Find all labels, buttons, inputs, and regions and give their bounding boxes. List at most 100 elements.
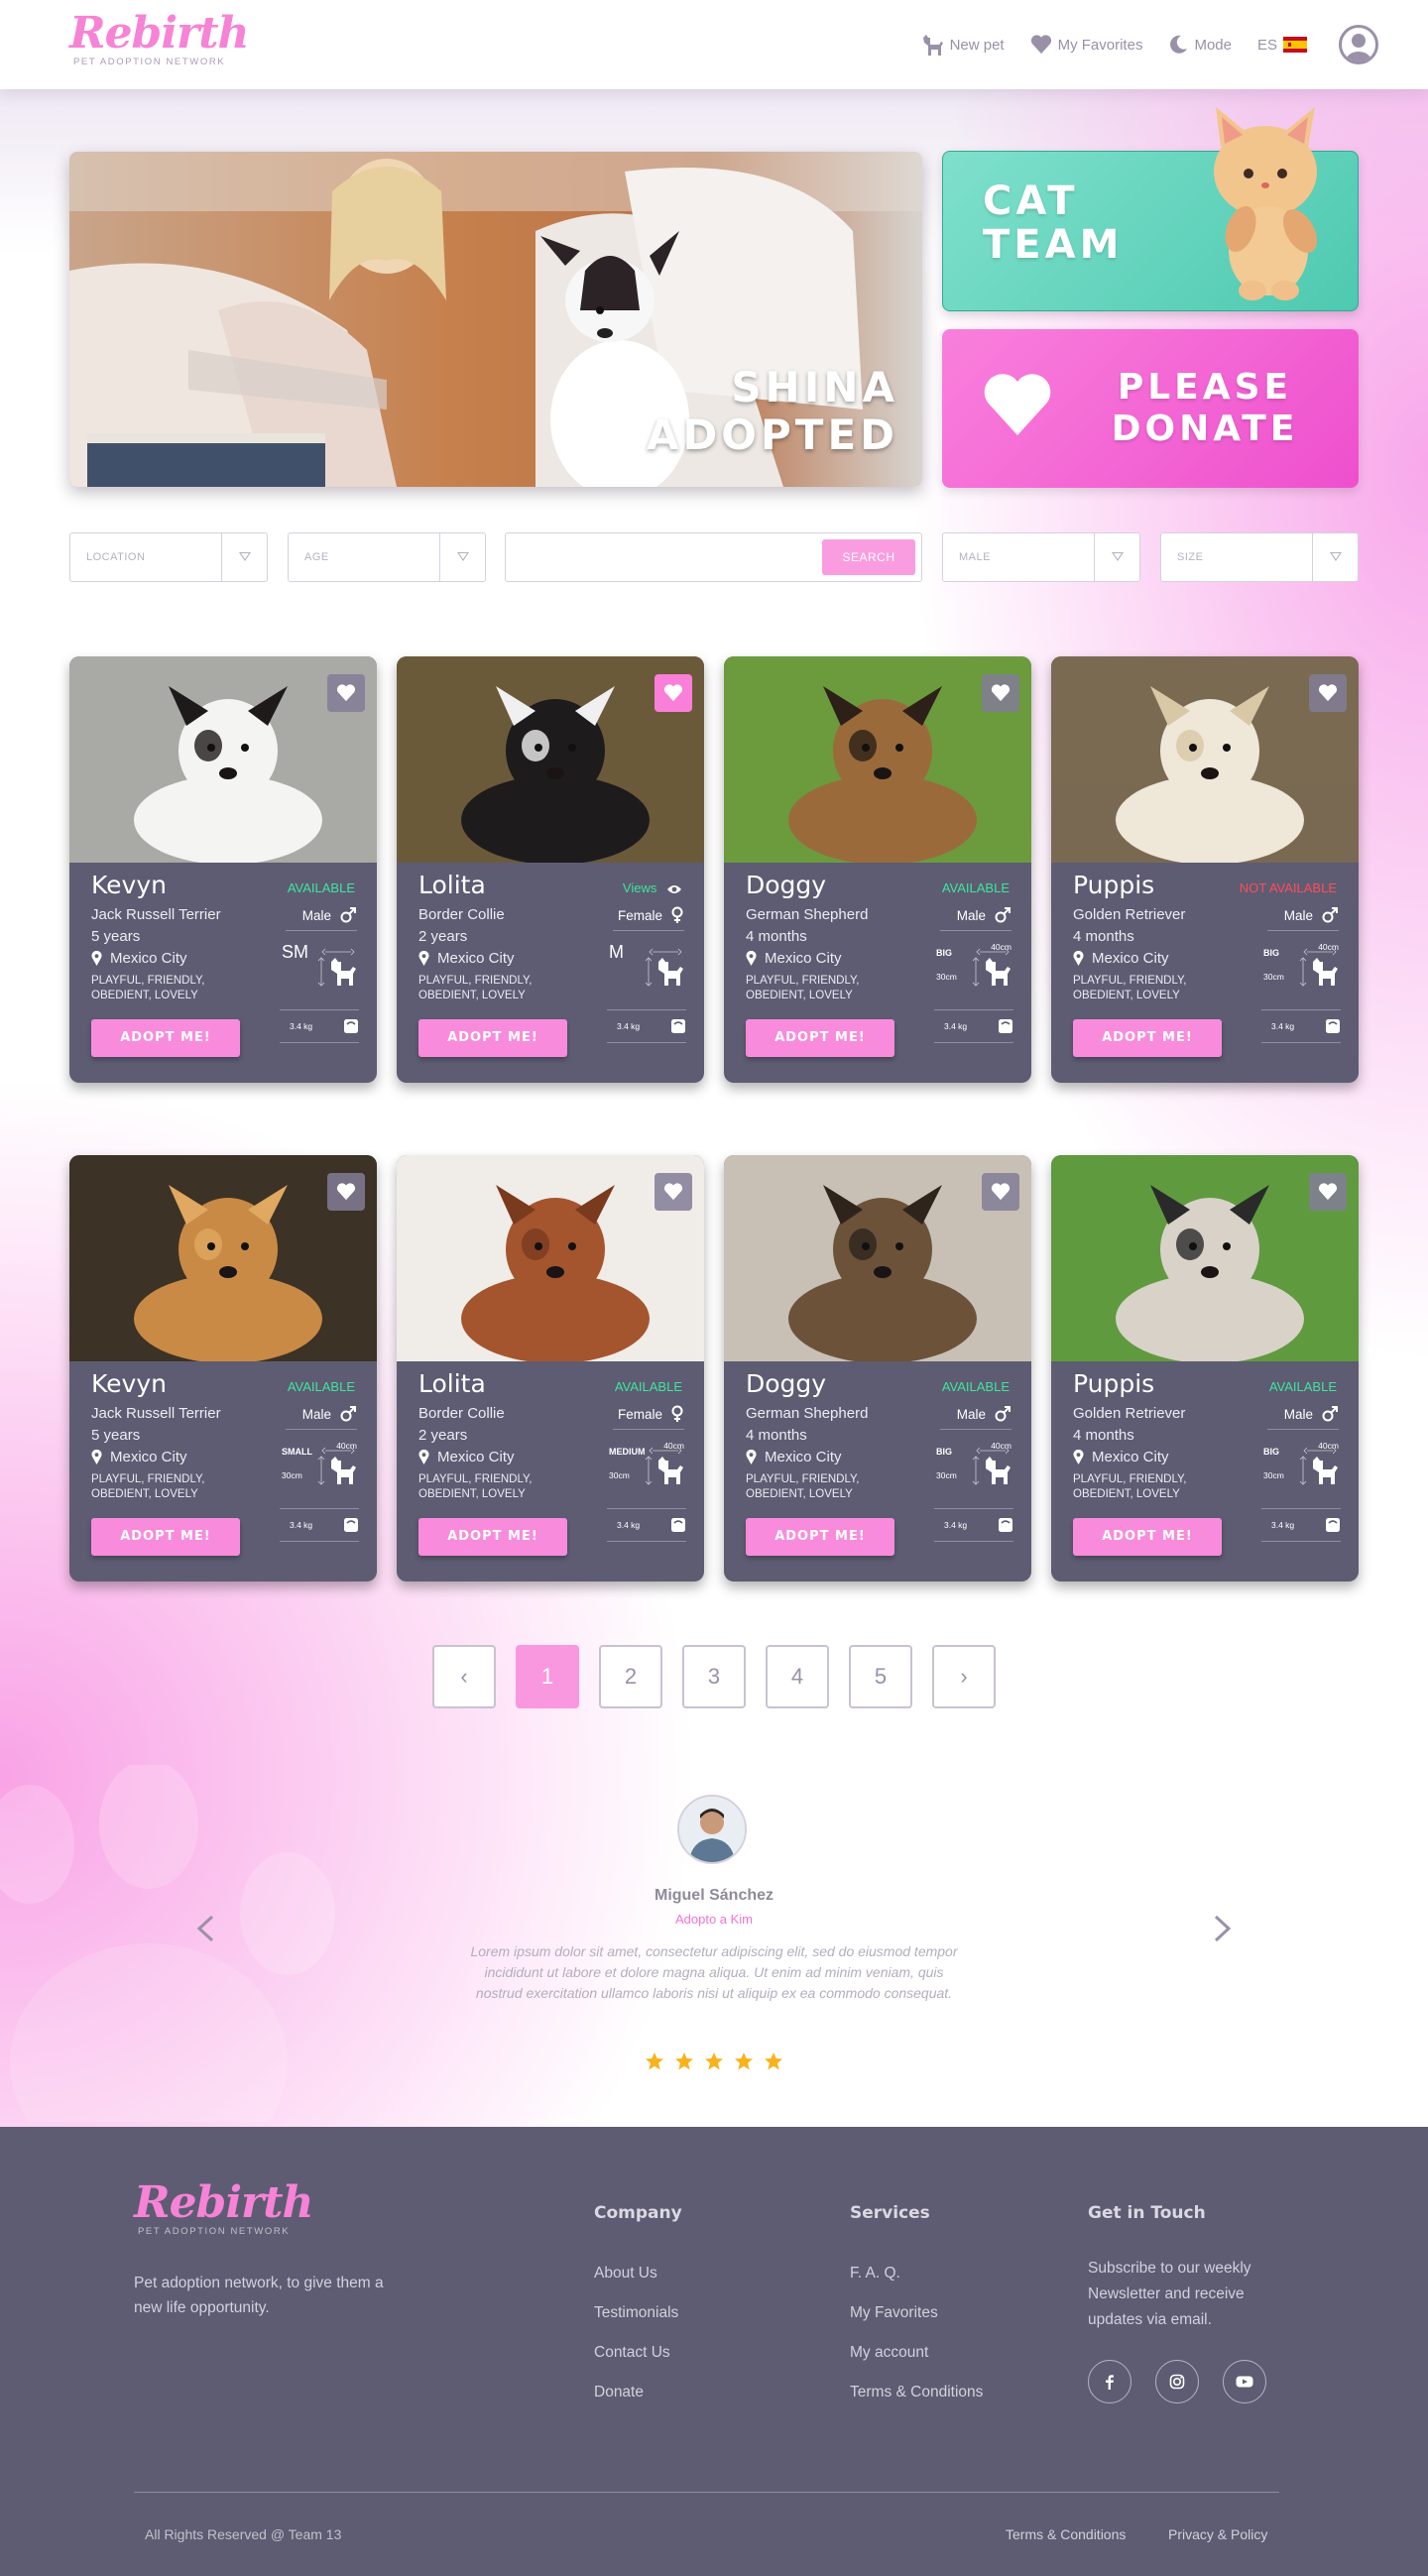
pet-photo[interactable] xyxy=(397,1155,704,1361)
footer-logo[interactable]: Rebirth PET ADOPTION NETWORK xyxy=(134,2181,314,2238)
pagination-page-5[interactable]: 5 xyxy=(849,1645,912,1708)
favorite-button[interactable] xyxy=(327,674,365,712)
pet-photo[interactable] xyxy=(724,656,1031,863)
pagination-next-button[interactable]: › xyxy=(932,1645,996,1708)
footer-company-heading: Company xyxy=(594,2203,682,2223)
chevron-down-icon[interactable] xyxy=(221,533,267,581)
footer-link-contact[interactable]: Contact Us xyxy=(594,2344,670,2362)
favorite-button[interactable] xyxy=(654,1173,692,1211)
pet-photo[interactable] xyxy=(397,656,704,863)
cat-plush-illustration xyxy=(1214,107,1318,300)
favorite-button[interactable] xyxy=(1309,674,1347,712)
main-nav: New pet My Favorites Mode ES xyxy=(920,25,1378,64)
pagination-page-3[interactable]: 3 xyxy=(682,1645,746,1708)
pet-traits: PLAYFUL, FRIENDLY, OBEDIENT, LOVELY xyxy=(1073,1473,1187,1500)
testimonial-photo xyxy=(679,1797,745,1862)
instagram-icon[interactable] xyxy=(1155,2360,1199,2403)
pagination-prev-button[interactable]: ‹ xyxy=(432,1645,496,1708)
pet-card[interactable]: Lolita AVAILABLE Border Collie 2 years M… xyxy=(397,1155,704,1581)
footer-link-account[interactable]: My account xyxy=(850,2344,928,2362)
cat-team-banner[interactable]: CAT TEAM xyxy=(942,107,1359,311)
chevron-right-icon[interactable] xyxy=(1212,1914,1234,1943)
favorite-button[interactable] xyxy=(982,1173,1019,1211)
nav-mode-toggle[interactable]: Mode xyxy=(1168,35,1232,55)
pagination-page-1[interactable]: 1 xyxy=(516,1645,579,1708)
favorite-button[interactable] xyxy=(327,1173,365,1211)
adopt-button[interactable]: ADOPT ME! xyxy=(746,1019,894,1057)
footer-link-faq[interactable]: F. A. Q. xyxy=(850,2265,900,2283)
nav-favorites[interactable]: My Favorites xyxy=(1030,35,1143,55)
pet-age: 5 years xyxy=(91,928,141,945)
heart-icon xyxy=(1030,35,1051,55)
language-switch[interactable]: ES xyxy=(1257,37,1313,54)
dog-size-icon xyxy=(972,1447,1011,1485)
adopt-button[interactable]: ADOPT ME! xyxy=(418,1019,567,1057)
adopt-button[interactable]: ADOPT ME! xyxy=(746,1518,894,1556)
hero-banner[interactable]: SHINA ADOPTED xyxy=(69,152,922,487)
footer-link-terms[interactable]: Terms & Conditions xyxy=(850,2384,983,2401)
location-filter[interactable]: LOCATION xyxy=(69,532,268,582)
size-filter[interactable]: SIZE xyxy=(1160,532,1359,582)
pet-height: 30cm xyxy=(1263,972,1284,982)
age-filter[interactable]: AGE xyxy=(288,532,486,582)
location-pin-icon xyxy=(1073,1450,1084,1464)
pet-photo[interactable] xyxy=(1051,656,1359,863)
pet-card[interactable]: Puppis NOT AVAILABLE Golden Retriever 4 … xyxy=(1051,656,1359,1083)
facebook-icon[interactable] xyxy=(1088,2360,1131,2403)
pet-photo[interactable] xyxy=(724,1155,1031,1361)
testimonial-name: Miguel Sánchez xyxy=(654,1887,774,1904)
pet-breed: Border Collie xyxy=(418,1405,505,1422)
pet-card[interactable]: Kevyn AVAILABLE Jack Russell Terrier 5 y… xyxy=(69,1155,377,1581)
pet-location: Mexico City xyxy=(1073,1449,1169,1465)
adopt-button[interactable]: ADOPT ME! xyxy=(1073,1019,1222,1057)
pet-card[interactable]: Kevyn AVAILABLE Jack Russell Terrier 5 y… xyxy=(69,656,377,1083)
top-header: Rebirth PET ADOPTION NETWORK New pet My … xyxy=(0,0,1428,89)
footer-link-donate[interactable]: Donate xyxy=(594,2384,644,2401)
pet-card[interactable]: Lolita Views Border Collie 2 years Mexic… xyxy=(397,656,704,1083)
pagination-page-4[interactable]: 4 xyxy=(766,1645,829,1708)
favorite-button[interactable] xyxy=(982,674,1019,712)
pet-card[interactable]: Doggy AVAILABLE German Shepherd 4 months… xyxy=(724,1155,1031,1581)
pet-photo[interactable] xyxy=(69,656,377,863)
adopt-button[interactable]: ADOPT ME! xyxy=(91,1518,240,1556)
donate-line2: DONATE xyxy=(1111,409,1299,449)
sex-filter[interactable]: MALE xyxy=(942,532,1140,582)
footer-link-favorites[interactable]: My Favorites xyxy=(850,2304,938,2322)
adopt-button[interactable]: ADOPT ME! xyxy=(91,1019,240,1057)
pet-weight-row: 3.4 kg xyxy=(607,1009,686,1043)
donate-banner[interactable]: PLEASE DONATE xyxy=(942,329,1359,488)
nav-new-pet[interactable]: New pet xyxy=(920,34,1005,56)
pagination-page-2[interactable]: 2 xyxy=(599,1645,662,1708)
pet-photo[interactable] xyxy=(69,1155,377,1361)
brand-logo[interactable]: Rebirth PET ADOPTION NETWORK xyxy=(69,12,250,68)
youtube-icon[interactable] xyxy=(1223,2360,1266,2403)
pet-location-label: Mexico City xyxy=(765,1449,842,1465)
heart-icon xyxy=(336,1183,356,1201)
dog-size-icon xyxy=(1299,948,1338,987)
footer-privacy-link[interactable]: Privacy & Policy xyxy=(1168,2526,1267,2542)
chevron-down-icon[interactable] xyxy=(1312,533,1358,581)
pet-card[interactable]: Doggy AVAILABLE German Shepherd 4 months… xyxy=(724,656,1031,1083)
pet-photo[interactable] xyxy=(1051,1155,1359,1361)
chevron-left-icon[interactable] xyxy=(194,1914,216,1943)
chevron-down-icon[interactable] xyxy=(1094,533,1139,581)
search-button[interactable]: SEARCH xyxy=(822,539,915,575)
star-icon xyxy=(646,2052,663,2070)
nav-favorites-label: My Favorites xyxy=(1057,36,1143,54)
user-avatar-button[interactable] xyxy=(1339,25,1378,64)
footer-link-about[interactable]: About Us xyxy=(594,2265,657,2283)
adopt-button[interactable]: ADOPT ME! xyxy=(418,1518,567,1556)
favorite-button[interactable] xyxy=(1309,1173,1347,1211)
pet-size: BIG xyxy=(936,1447,953,1457)
favorite-button[interactable] xyxy=(654,674,692,712)
location-pin-icon xyxy=(91,1450,102,1464)
footer-terms-link[interactable]: Terms & Conditions xyxy=(1006,2526,1126,2542)
pet-height: 30cm xyxy=(936,1470,957,1480)
chevron-down-icon[interactable] xyxy=(439,533,485,581)
adopt-button[interactable]: ADOPT ME! xyxy=(1073,1518,1222,1556)
pet-card[interactable]: Puppis AVAILABLE Golden Retriever 4 mont… xyxy=(1051,1155,1359,1581)
pet-age: 4 months xyxy=(1073,928,1134,945)
search-field[interactable]: SEARCH xyxy=(505,532,922,582)
pet-location: Mexico City xyxy=(1073,950,1169,967)
footer-link-testimonials[interactable]: Testimonials xyxy=(594,2304,678,2322)
